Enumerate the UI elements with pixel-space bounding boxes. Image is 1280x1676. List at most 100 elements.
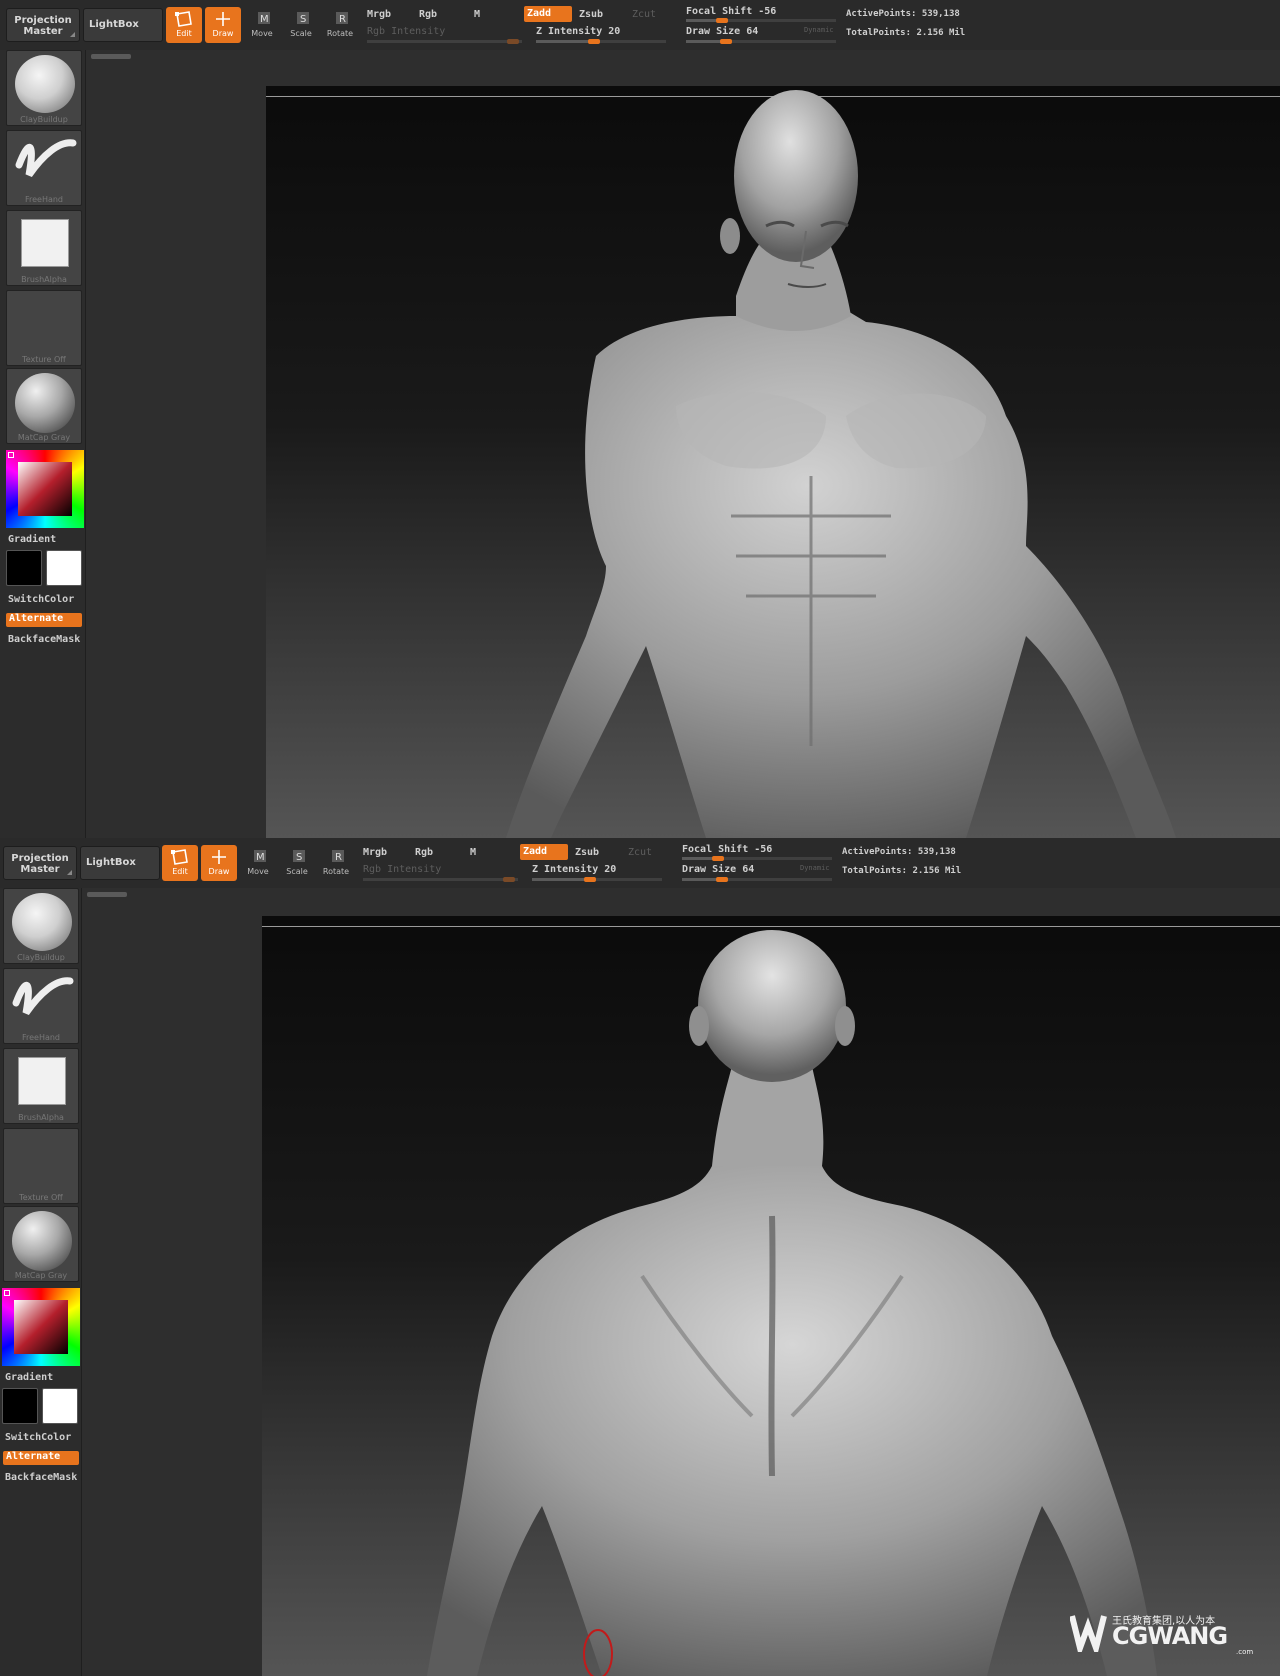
z-intensity-knob[interactable] [588, 39, 600, 44]
backface-mask-toggle-2[interactable]: BackfaceMask [5, 1472, 77, 1483]
draw-size-label-2: Draw Size 64 [682, 864, 755, 875]
rgb-intensity-slider-2[interactable] [363, 877, 518, 882]
zcut-toggle-2[interactable]: Zcut [628, 847, 652, 858]
move-button-2[interactable]: M Move [240, 845, 276, 881]
draw-button-2[interactable]: Draw [201, 845, 237, 881]
scale-label: Scale [290, 29, 312, 38]
scale-button-2[interactable]: S Scale [279, 845, 315, 881]
clay-brush-icon [12, 893, 72, 951]
main-color-swatch-2[interactable] [2, 1388, 38, 1424]
dynamic-toggle[interactable]: Dynamic [804, 26, 834, 34]
m-toggle[interactable]: M [474, 9, 480, 20]
draw-size-knob-2[interactable] [716, 877, 728, 882]
draw-icon [201, 845, 237, 867]
dynamic-toggle-2[interactable]: Dynamic [800, 864, 830, 872]
z-intensity-slider[interactable] [536, 39, 666, 44]
scale-label-2: Scale [286, 867, 308, 876]
focal-shift-knob[interactable] [716, 18, 728, 23]
main-color-swatch[interactable] [6, 550, 42, 586]
rgb-toggle[interactable]: Rgb [419, 9, 437, 20]
sub-toolbar-handle-2[interactable] [87, 892, 127, 897]
active-points-readout: ActivePoints: 539,138 [846, 9, 960, 19]
clay-brush-icon [15, 55, 75, 113]
draw-size-knob[interactable] [720, 39, 732, 44]
rotate-button[interactable]: R Rotate [322, 7, 358, 43]
alpha-slot[interactable]: BrushAlpha [6, 210, 82, 286]
brush-caption: ClayBuildup [20, 115, 68, 124]
brush-slot[interactable]: ClayBuildup [6, 50, 82, 126]
material-slot[interactable]: MatCap Gray [6, 368, 82, 444]
edit-button-2[interactable]: Edit [162, 845, 198, 881]
alternate-toggle-2[interactable]: Alternate [3, 1451, 79, 1465]
matcap-sphere-icon [12, 1211, 72, 1271]
svg-text:S: S [300, 14, 306, 25]
canvas-viewport-back[interactable] [262, 916, 1280, 1676]
rotate-icon: R [322, 7, 358, 29]
zadd-toggle-2[interactable]: Zadd [520, 844, 568, 860]
color-picker-2[interactable] [2, 1288, 80, 1366]
draw-size-slider[interactable] [686, 39, 836, 44]
zsub-toggle-2[interactable]: Zsub [575, 847, 599, 858]
switch-color-button[interactable]: SwitchColor [8, 594, 74, 605]
z-intensity-knob-2[interactable] [584, 877, 596, 882]
draw-size-label: Draw Size 64 [686, 26, 759, 37]
rgb-intensity-slider[interactable] [367, 39, 522, 44]
draw-label-2: Draw [208, 867, 230, 876]
stroke-slot-2[interactable]: FreeHand [3, 968, 79, 1044]
backface-mask-toggle[interactable]: BackfaceMask [8, 634, 80, 645]
edit-label-2: Edit [172, 867, 188, 876]
top-toolbar-2: Projection Master LightBox Edit Draw M M… [0, 838, 1280, 888]
gradient-toggle-2[interactable]: Gradient [5, 1372, 53, 1383]
move-icon: M [244, 7, 280, 29]
zbrush-back-view-panel: Projection Master LightBox Edit Draw M M… [0, 838, 1280, 1676]
alternate-toggle[interactable]: Alternate [6, 613, 82, 627]
canvas-viewport-front[interactable] [266, 86, 1280, 838]
gradient-toggle[interactable]: Gradient [8, 534, 56, 545]
brush-slot-2[interactable]: ClayBuildup [3, 888, 79, 964]
edit-button[interactable]: Edit [166, 7, 202, 43]
lightbox-label: LightBox [89, 19, 139, 30]
lightbox-button[interactable]: LightBox [83, 8, 163, 42]
color-picker[interactable] [6, 450, 84, 528]
lightbox-button-2[interactable]: LightBox [80, 846, 160, 880]
zadd-toggle[interactable]: Zadd [524, 6, 572, 22]
rotate-button-2[interactable]: R Rotate [318, 845, 354, 881]
m-toggle-2[interactable]: M [470, 847, 476, 858]
zsub-toggle[interactable]: Zsub [579, 9, 603, 20]
brush-alpha-icon [18, 1057, 66, 1105]
top-toolbar: Projection Master LightBox Edit Draw M M… [0, 0, 1280, 50]
focal-shift-knob-2[interactable] [712, 856, 724, 861]
projection-master-button-2[interactable]: Projection Master [3, 846, 77, 880]
edit-icon [166, 7, 202, 29]
move-label-2: Move [247, 867, 269, 876]
color-picker-square-2[interactable] [14, 1300, 68, 1354]
projection-master-button[interactable]: Projection Master [6, 8, 80, 42]
mrgb-toggle[interactable]: Mrgb [367, 9, 391, 20]
stroke-caption: FreeHand [24, 195, 64, 204]
sub-toolbar-handle[interactable] [91, 54, 131, 59]
move-button[interactable]: M Move [244, 7, 280, 43]
rgb-toggle-2[interactable]: Rgb [415, 847, 433, 858]
secondary-color-swatch-2[interactable] [42, 1388, 78, 1424]
draw-button[interactable]: Draw [205, 7, 241, 43]
texture-slot-2[interactable]: Texture Off [3, 1128, 79, 1204]
scale-button[interactable]: S Scale [283, 7, 319, 43]
focal-shift-slider-2[interactable] [682, 856, 832, 861]
material-slot-2[interactable]: MatCap Gray [3, 1206, 79, 1282]
secondary-color-swatch[interactable] [46, 550, 82, 586]
rgb-intensity-knob-2[interactable] [503, 877, 515, 882]
draw-size-slider-2[interactable] [682, 877, 832, 882]
alpha-slot-2[interactable]: BrushAlpha [3, 1048, 79, 1124]
mrgb-toggle-2[interactable]: Mrgb [363, 847, 387, 858]
rgb-intensity-label-2: Rgb Intensity [363, 864, 442, 875]
rgb-intensity-knob[interactable] [507, 39, 519, 44]
switch-color-button-2[interactable]: SwitchColor [5, 1432, 71, 1443]
color-picker-square[interactable] [18, 462, 72, 516]
stroke-slot[interactable]: FreeHand [6, 130, 82, 206]
focal-shift-slider[interactable] [686, 18, 836, 23]
sculpt-model-front [506, 90, 1176, 838]
z-intensity-slider-2[interactable] [532, 877, 662, 882]
color-picker-marker [8, 452, 14, 458]
texture-slot[interactable]: Texture Off [6, 290, 82, 366]
zcut-toggle[interactable]: Zcut [632, 9, 656, 20]
